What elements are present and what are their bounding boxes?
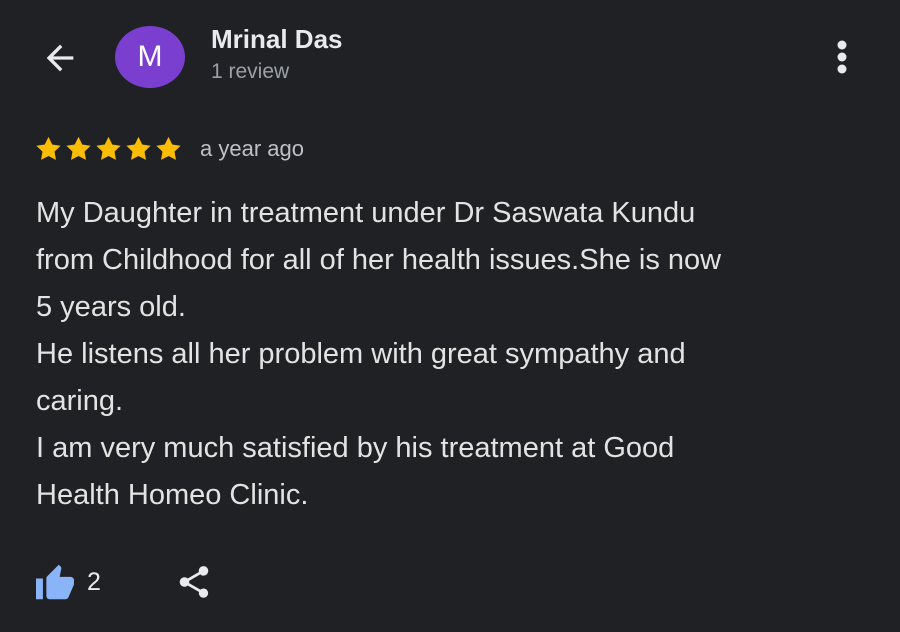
review-text-line: He listens all her problem with great sy… bbox=[36, 338, 686, 370]
review-text: My Daughter in treatment under Dr Saswat… bbox=[36, 190, 876, 519]
review-text-line: My Daughter in treatment under Dr Saswat… bbox=[36, 197, 696, 229]
star-icon bbox=[96, 136, 121, 160]
share-icon bbox=[179, 566, 209, 598]
rating-row: a year ago bbox=[34, 132, 304, 166]
review-header: M Mrinal Das 1 review bbox=[0, 0, 900, 110]
thumbs-up-icon bbox=[36, 564, 74, 600]
like-count: 2 bbox=[87, 567, 101, 596]
review-text-line: from Childhood for all of her health iss… bbox=[36, 244, 722, 276]
review-actions: 2 bbox=[34, 558, 215, 606]
avatar-letter: M bbox=[137, 40, 163, 73]
author-review-count: 1 review bbox=[211, 60, 290, 83]
review-text-line: I am very much satisfied by his treatmen… bbox=[36, 432, 675, 464]
arrow-left-icon bbox=[46, 44, 74, 72]
review-text-line: Health Homeo Clinic. bbox=[36, 479, 309, 511]
review-time: a year ago bbox=[200, 136, 304, 161]
like-button[interactable]: 2 bbox=[34, 563, 101, 601]
avatar[interactable]: M bbox=[115, 26, 185, 88]
star-icon bbox=[156, 136, 181, 160]
review-text-line: caring. bbox=[36, 385, 124, 417]
star-icon bbox=[66, 136, 91, 160]
more-vertical-icon bbox=[837, 40, 847, 74]
more-options-button[interactable] bbox=[822, 34, 862, 80]
share-button[interactable] bbox=[173, 561, 215, 603]
author-name[interactable]: Mrinal Das bbox=[211, 24, 343, 55]
review-text-line: 5 years old. bbox=[36, 291, 186, 323]
star-icon bbox=[36, 136, 61, 160]
star-icon bbox=[126, 136, 151, 160]
back-button[interactable] bbox=[38, 36, 82, 80]
star-rating bbox=[34, 135, 183, 163]
